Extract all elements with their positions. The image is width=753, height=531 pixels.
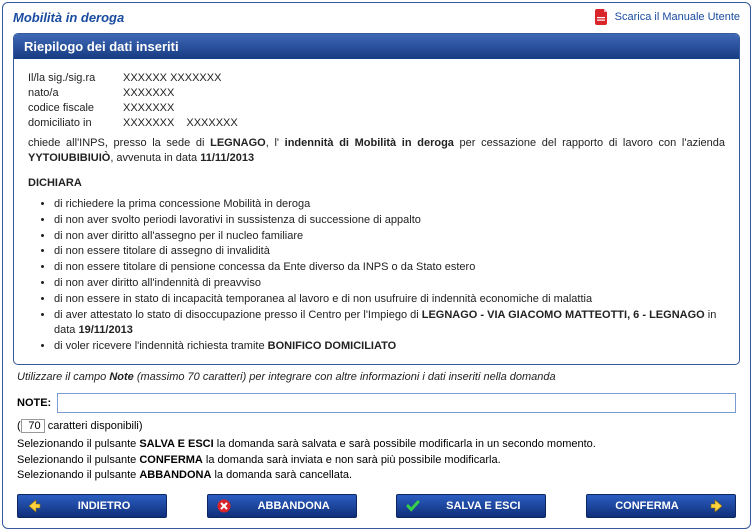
cancel-icon	[216, 498, 232, 514]
row-domicile: domiciliato in XXXXXXX XXXXXXX	[28, 116, 725, 131]
list-item: di non essere in stato di incapacità tem…	[54, 292, 725, 307]
download-manual-link[interactable]: Scarica il Manuale Utente	[594, 9, 740, 25]
request-text: chiede all'INPS, presso la sede di LEGNA…	[28, 136, 725, 166]
back-button[interactable]: INDIETRO	[17, 494, 167, 518]
row-cf: codice fiscale XXXXXXX	[28, 101, 725, 116]
abandon-button[interactable]: ABBANDONA	[207, 494, 357, 518]
declare-label: DICHIARA	[28, 176, 725, 191]
list-item: di non essere titolare di assegno di inv…	[54, 244, 725, 259]
list-item: di non aver svolto periodi lavorativi in…	[54, 213, 725, 228]
note-input[interactable]	[57, 393, 736, 413]
list-item: di non aver diritto all'indennità di pre…	[54, 276, 725, 291]
list-item: di voler ricevere l'indennità richiesta …	[54, 339, 725, 354]
panel-header: Riepilogo dei dati inseriti	[14, 34, 739, 59]
list-item: di non aver diritto all'assegno per il n…	[54, 229, 725, 244]
summary-panel: Riepilogo dei dati inseriti Il/la sig./s…	[13, 33, 740, 365]
button-row: INDIETRO ABBANDONA SALVA E ESCI CONFERMA	[17, 494, 736, 518]
download-manual-label: Scarica il Manuale Utente	[615, 11, 740, 23]
declare-list: di richiedere la prima concessione Mobil…	[28, 197, 725, 353]
arrow-right-icon	[709, 498, 725, 514]
page-title: Mobilità in deroga	[13, 10, 124, 25]
topbar: Mobilità in deroga Scarica il Manuale Ut…	[3, 3, 750, 29]
char-row: (70 caratteri disponibili)	[17, 419, 736, 433]
list-item: di aver attestato lo stato di disoccupaz…	[54, 308, 725, 338]
note-label: NOTE:	[17, 397, 51, 409]
row-birth: nato/a XXXXXXX	[28, 86, 725, 101]
panel-body: Il/la sig./sig.ra XXXXXX XXXXXXX nato/a …	[14, 59, 739, 364]
page-container: Mobilità in deroga Scarica il Manuale Ut…	[2, 2, 751, 529]
row-name: Il/la sig./sig.ra XXXXXX XXXXXXX	[28, 71, 725, 86]
list-item: di richiedere la prima concessione Mobil…	[54, 197, 725, 212]
arrow-left-icon	[26, 498, 42, 514]
check-icon	[405, 498, 421, 514]
note-row: NOTE:	[17, 393, 736, 413]
pdf-icon	[594, 9, 610, 25]
save-exit-button[interactable]: SALVA E ESCI	[396, 494, 546, 518]
confirm-button[interactable]: CONFERMA	[586, 494, 736, 518]
char-count: 70	[21, 419, 45, 433]
instructions: Selezionando il pulsante SALVA E ESCI la…	[17, 437, 736, 483]
note-hint: Utilizzare il campo Note (massimo 70 car…	[17, 371, 736, 383]
list-item: di non essere titolare di pensione conce…	[54, 260, 725, 275]
